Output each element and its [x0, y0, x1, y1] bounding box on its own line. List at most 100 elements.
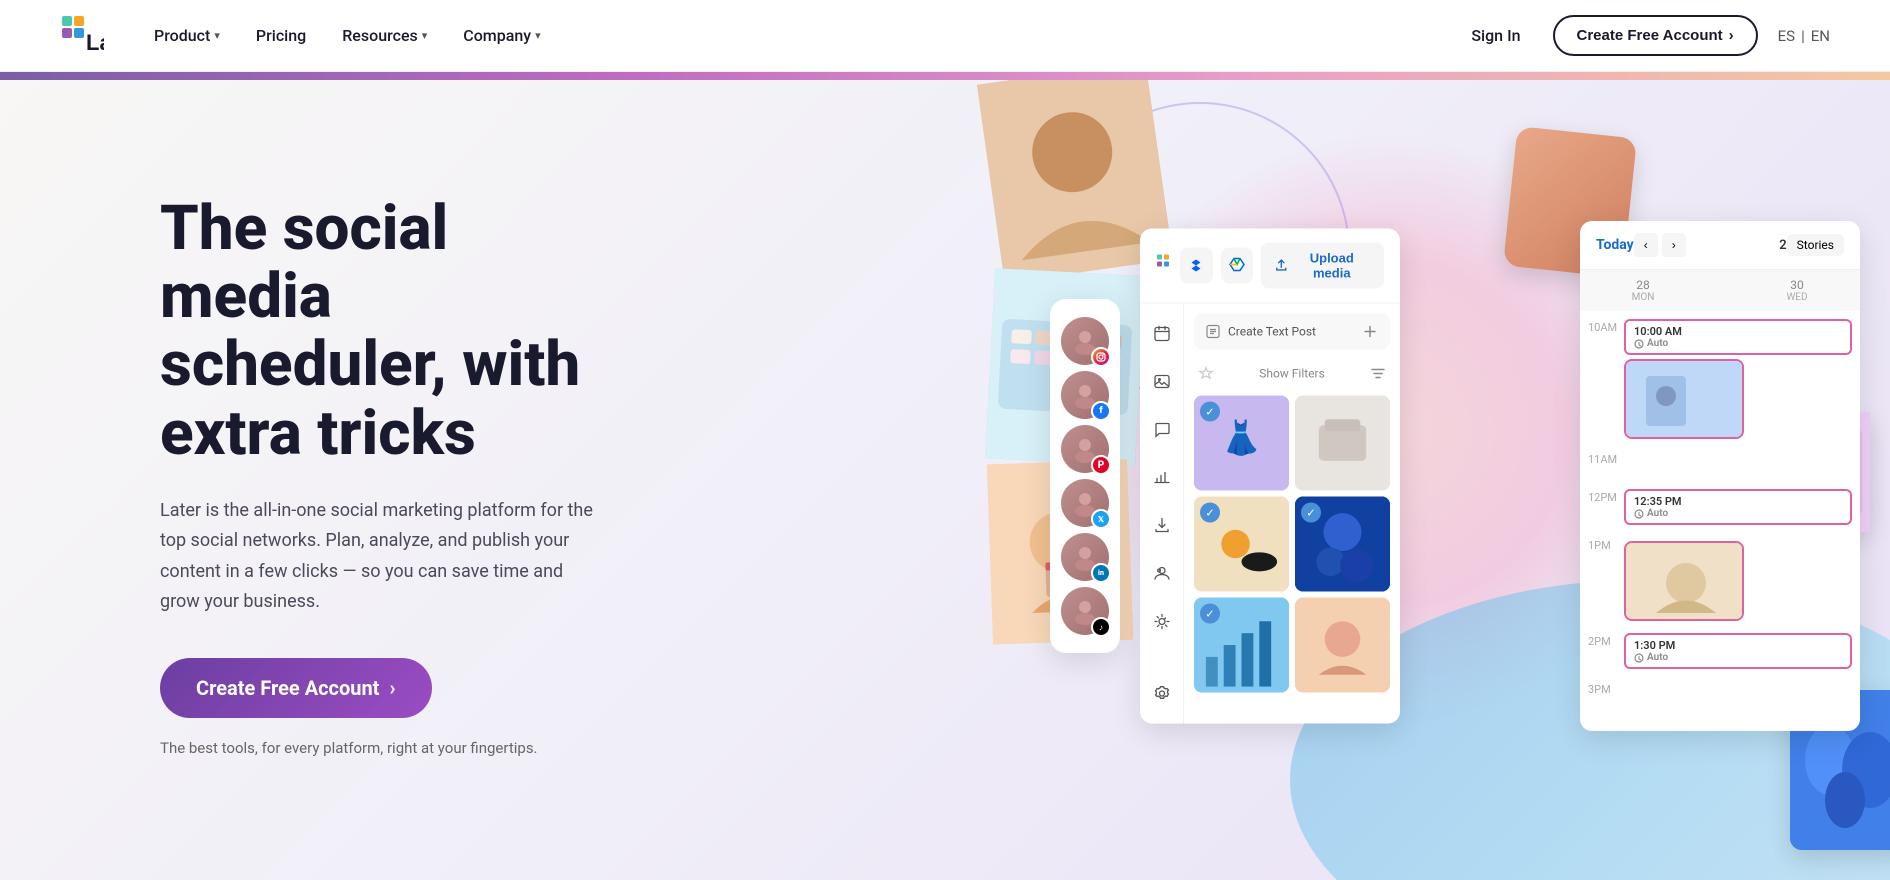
nav-item-resources[interactable]: Resources ▾ [328, 18, 441, 53]
hero-title: The social media scheduler, with extra t… [160, 195, 600, 468]
main-nav: Product ▾ Pricing Resources ▾ Company ▾ [140, 18, 555, 53]
mockup-container: f P 𝕏 [990, 72, 1890, 880]
show-filters-row: Show Filters [1194, 360, 1390, 388]
hero-description: Later is the all-in-one social marketing… [160, 496, 600, 618]
plus-icon [1362, 324, 1378, 340]
media-panel-header: Upload media [1140, 229, 1400, 304]
later-icon [1156, 254, 1180, 278]
nav-item-company[interactable]: Company ▾ [449, 18, 554, 53]
star-icon [1198, 366, 1214, 382]
calendar-date-display: 2 [1779, 238, 1786, 253]
create-text-post-row[interactable]: Create Text Post [1194, 314, 1390, 350]
auto-icon-2 [1634, 509, 1644, 519]
media-select-check-3: ✓ [1200, 503, 1220, 523]
chart-tool-icon[interactable] [1144, 460, 1180, 496]
gear-icon[interactable] [1144, 676, 1180, 712]
svg-text:👗: 👗 [1221, 418, 1262, 458]
upload-media-button[interactable]: Upload media [1261, 243, 1384, 289]
resources-chevron-icon: ▾ [422, 29, 428, 42]
media-item-6[interactable] [1295, 598, 1390, 693]
stories-button[interactable]: Stories [1787, 234, 1844, 256]
later-logo-icon: Later [60, 14, 104, 58]
twitter-badge: 𝕏 [1091, 509, 1111, 529]
media-grid: ✓ 👗 ✓ ✓ [1194, 396, 1390, 693]
upload-icon [1275, 259, 1288, 273]
tiktok-badge: ♪ [1091, 617, 1111, 637]
calendar-event-1000[interactable]: 10:00 AM Auto [1624, 319, 1852, 355]
sign-in-button[interactable]: Sign In [1459, 18, 1532, 53]
social-account-facebook[interactable]: f [1061, 371, 1109, 419]
social-account-instagram[interactable] [1061, 317, 1109, 365]
social-account-linkedin[interactable]: in [1061, 533, 1109, 581]
instagram-badge [1091, 347, 1111, 367]
header-cta-button[interactable]: Create Free Account › [1553, 15, 1758, 56]
social-account-pinterest[interactable]: P [1061, 425, 1109, 473]
sun-icon[interactable] [1144, 604, 1180, 640]
left-toolbar [1140, 304, 1184, 724]
lang-separator: | [1801, 27, 1805, 45]
svg-text:Later: Later [86, 30, 104, 55]
hero-illustration: f P 𝕏 [990, 72, 1890, 880]
time-row-1pm: 1PM [1588, 537, 1852, 625]
time-row-12pm: 12PM 12:35 PM Auto [1588, 489, 1852, 529]
pinterest-badge: P [1091, 455, 1111, 475]
day-wed-label: WED [1750, 292, 1844, 303]
time-row-2pm: 2PM 1:30 PM Auto [1588, 633, 1852, 673]
auto-label-2: Auto [1634, 508, 1842, 519]
calendar-next-button[interactable]: › [1662, 233, 1686, 257]
nav-item-product[interactable]: Product ▾ [140, 18, 234, 53]
media-select-check-5: ✓ [1200, 604, 1220, 624]
dropbox-icon[interactable] [1180, 248, 1213, 284]
calendar-event-1235[interactable]: 12:35 PM Auto [1624, 489, 1852, 525]
calendar-header: Today ‹ › 2 Stories [1580, 221, 1860, 270]
auto-label-1: Auto [1634, 338, 1842, 349]
google-drive-icon[interactable] [1221, 248, 1254, 284]
calendar-prev-button[interactable]: ‹ [1634, 233, 1658, 257]
media-item-5[interactable]: ✓ [1194, 598, 1289, 693]
calendar-photo-1[interactable] [1624, 359, 1744, 439]
media-item-1[interactable]: ✓ 👗 [1194, 396, 1289, 491]
media-item-4[interactable]: ✓ [1295, 497, 1390, 592]
media-select-check-4: ✓ [1301, 503, 1321, 523]
social-account-tiktok[interactable]: ♪ [1061, 587, 1109, 635]
calendar-tool-icon[interactable] [1144, 316, 1180, 352]
calendar-photo-2[interactable] [1624, 541, 1744, 621]
download-tool-icon[interactable] [1144, 508, 1180, 544]
time-row-11am: 11AM [1588, 451, 1852, 481]
lang-en[interactable]: EN [1811, 27, 1830, 45]
linkedin-badge: in [1091, 563, 1111, 583]
settings-users-icon[interactable] [1144, 556, 1180, 592]
hero-subtext: The best tools, for every platform, righ… [160, 739, 538, 757]
media-panel-body: Create Text Post Show Filters ✓ [1140, 304, 1400, 724]
hero-section: The social media scheduler, with extra t… [0, 72, 1890, 880]
time-row-10am: 10AM 10:00 AM Auto [1588, 319, 1852, 443]
comment-tool-icon[interactable] [1144, 412, 1180, 448]
social-account-twitter[interactable]: 𝕏 [1061, 479, 1109, 527]
media-select-check-1: ✓ [1200, 402, 1220, 422]
header: Later Product ▾ Pricing Resources ▾ Comp… [0, 0, 1890, 72]
logo[interactable]: Later [60, 14, 104, 58]
gradient-bar [0, 72, 1890, 80]
filter-icon [1370, 366, 1386, 382]
nav-item-pricing[interactable]: Pricing [242, 18, 320, 53]
media-item-3[interactable]: ✓ [1194, 497, 1289, 592]
calendar-nav: ‹ › [1634, 233, 1686, 257]
social-accounts-sidebar: f P 𝕏 [1050, 299, 1120, 653]
hero-content: The social media scheduler, with extra t… [0, 115, 680, 837]
header-left: Later Product ▾ Pricing Resources ▾ Comp… [60, 14, 555, 58]
calendar-event-130[interactable]: 1:30 PM Auto [1624, 633, 1852, 669]
calendar-body: 10AM 10:00 AM Auto [1580, 311, 1860, 731]
media-item-2[interactable] [1295, 396, 1390, 491]
hero-cta-button[interactable]: Create Free Account › [160, 658, 432, 718]
day-30-label: 30 [1750, 278, 1844, 292]
day-mon-label: MON [1596, 292, 1690, 303]
image-tool-icon[interactable] [1144, 364, 1180, 400]
media-tools: Upload media [1180, 243, 1384, 289]
language-selector: ES | EN [1778, 27, 1830, 45]
panel-logo [1156, 254, 1180, 278]
document-icon [1206, 325, 1220, 339]
calendar-today-button[interactable]: Today [1596, 237, 1634, 253]
auto-label-3: Auto [1634, 652, 1842, 663]
calendar-days-header: 28 MON 30 WED [1580, 270, 1860, 311]
lang-es[interactable]: ES [1778, 27, 1795, 45]
